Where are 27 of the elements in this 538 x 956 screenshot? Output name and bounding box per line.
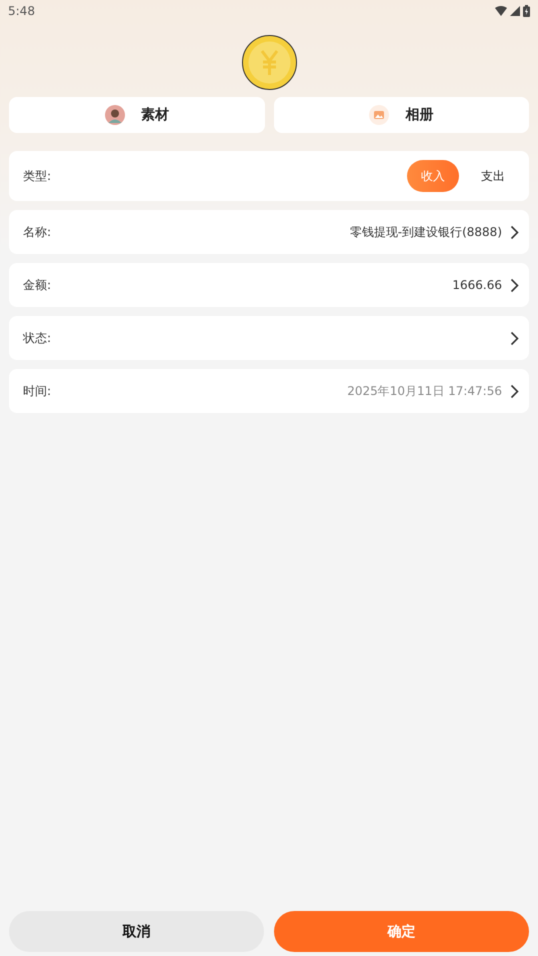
- battery-icon: [523, 5, 530, 17]
- field-row[interactable]: 金额: 1666.66: [9, 263, 529, 307]
- field-label: 类型:: [23, 168, 52, 184]
- cancel-button[interactable]: 取消: [9, 911, 264, 952]
- coin-icon: [242, 35, 296, 90]
- field-label: 时间:: [23, 382, 52, 400]
- status-time: 5:48: [8, 4, 35, 18]
- field-row[interactable]: 时间: 2025年10月11日 17:47:56: [9, 369, 529, 413]
- chevron-right-icon: [510, 330, 519, 346]
- field-value: 1666.66: [452, 278, 502, 292]
- source-button[interactable]: 素材: [9, 97, 264, 133]
- signal-icon: [510, 6, 520, 16]
- avatar-icon: [104, 105, 125, 125]
- source-button[interactable]: 相册: [274, 97, 529, 133]
- field-value: 零钱提现-到建设银行(8888): [350, 224, 502, 240]
- field-row[interactable]: 状态:: [9, 316, 529, 360]
- field-row[interactable]: 名称: 零钱提现-到建设银行(8888): [9, 210, 529, 254]
- chevron-right-icon: [510, 384, 519, 398]
- field-label: 状态:: [23, 330, 52, 346]
- chevron-right-icon: [510, 224, 519, 240]
- type-option[interactable]: 支出: [467, 160, 519, 192]
- field-label: 名称:: [23, 224, 52, 240]
- field-label: 金额:: [23, 276, 52, 294]
- wifi-icon: [495, 6, 507, 16]
- field-value: 2025年10月11日 17:47:56: [347, 382, 502, 400]
- photo-icon: [369, 105, 390, 125]
- chevron-right-icon: [510, 278, 519, 292]
